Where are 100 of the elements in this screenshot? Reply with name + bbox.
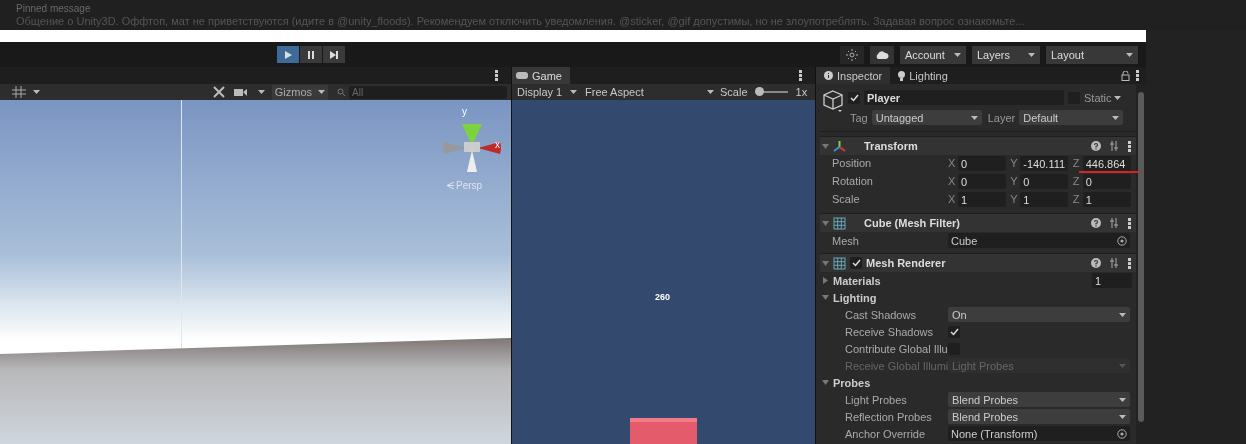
property-label: Receive Shadows (845, 325, 935, 338)
property-label: Scale (832, 192, 861, 207)
mesh-grid-icon (833, 216, 846, 230)
sliders-icon[interactable] (1109, 258, 1119, 268)
property-label: Contribute Global Illu (845, 342, 948, 355)
object-field[interactable]: Cube (948, 233, 1130, 248)
panel-tab[interactable]: Inspector (816, 67, 891, 84)
axis-label: x (495, 139, 500, 150)
static-dropdown[interactable]: Static (1084, 91, 1121, 104)
aspect-dropdown[interactable]: Free Aspect (583, 84, 716, 100)
axis-label[interactable]: Y (1010, 174, 1019, 189)
section-label[interactable]: Materials (833, 274, 881, 287)
property-checkbox[interactable] (948, 325, 960, 338)
number-field[interactable]: 446.864 (1082, 156, 1131, 171)
toolbar-dropdown[interactable]: Layers (972, 45, 1040, 64)
axis-label[interactable]: X (948, 192, 956, 207)
foldout-arrow-icon[interactable] (823, 277, 828, 284)
number-field[interactable]: 0 (958, 174, 1006, 189)
grid-icon[interactable] (12, 86, 26, 98)
number-field[interactable]: 0 (958, 156, 1006, 171)
caret-icon[interactable] (257, 90, 265, 94)
lock-icon[interactable] (1121, 70, 1130, 81)
help-icon[interactable] (1091, 258, 1101, 268)
component-title: Mesh Renderer (866, 257, 946, 269)
component-title: Cube (Mesh Filter) (864, 217, 960, 229)
number-field[interactable]: 1 (1082, 192, 1131, 207)
more-icon[interactable] (1136, 70, 1139, 81)
number-field[interactable]: 0 (1020, 174, 1069, 189)
number-field[interactable]: 1 (958, 192, 1006, 207)
axis-label[interactable]: Z (1072, 156, 1081, 171)
foldout-arrow-icon[interactable] (822, 260, 829, 266)
sliders-icon[interactable] (1109, 218, 1119, 228)
more-icon[interactable] (495, 70, 498, 81)
cube-icon[interactable] (822, 89, 844, 113)
search-field[interactable]: All (349, 85, 507, 99)
game-tab[interactable]: Game (512, 67, 570, 84)
property-dropdown[interactable]: On (948, 307, 1130, 322)
number-field[interactable]: -140.111 (1020, 156, 1069, 171)
more-icon[interactable] (1128, 257, 1131, 269)
help-icon[interactable] (1091, 218, 1101, 228)
component-header[interactable]: Transform (820, 136, 1136, 155)
cloud-icon (875, 49, 889, 60)
tag-dropdown[interactable]: Untagged (871, 110, 982, 125)
foldout-arrow-icon[interactable] (822, 220, 829, 226)
more-icon[interactable] (1128, 140, 1131, 152)
more-icon[interactable] (799, 70, 802, 81)
tools-icon[interactable] (212, 86, 225, 98)
panel-tab[interactable]: Lighting (890, 67, 956, 84)
help-icon[interactable] (1091, 141, 1101, 151)
caret-icon[interactable] (33, 90, 40, 94)
play-button[interactable] (277, 46, 299, 63)
component-header[interactable]: Cube (Mesh Filter) (820, 213, 1136, 232)
foldout-arrow-icon[interactable] (822, 380, 829, 385)
annotation-underline (1079, 171, 1139, 173)
layer-dropdown[interactable]: Default (1019, 110, 1124, 125)
toolbar-dropdown[interactable]: Account (900, 45, 966, 64)
pause-button[interactable] (300, 46, 322, 63)
play-icon (283, 49, 293, 60)
property-dropdown[interactable]: Blend Probes (948, 392, 1130, 407)
axis-label[interactable]: Z (1072, 192, 1081, 207)
section-label[interactable]: Probes (833, 376, 871, 389)
sliders-icon[interactable] (1109, 141, 1119, 151)
caret-icon (1112, 115, 1120, 120)
foldout-arrow-icon[interactable] (822, 295, 829, 300)
info-icon (824, 71, 833, 80)
axis-label[interactable]: X (948, 156, 956, 171)
cloud-button[interactable] (870, 45, 894, 64)
active-checkbox[interactable] (848, 91, 860, 104)
property-dropdown[interactable]: Blend Probes (948, 409, 1130, 424)
axis-label[interactable]: Z (1072, 174, 1081, 189)
section-label[interactable]: Lighting (833, 291, 877, 304)
sun-button[interactable] (840, 45, 864, 64)
property-label: Anchor Override (845, 427, 927, 440)
more-icon[interactable] (1128, 217, 1131, 229)
scale-label: Scale (720, 86, 748, 98)
enabled-checkbox[interactable] (850, 257, 862, 269)
number-field[interactable]: 0 (1082, 174, 1131, 189)
caret-icon (1119, 363, 1126, 368)
number-field[interactable]: 1 (1020, 192, 1069, 207)
scrollbar-thumb[interactable] (1138, 92, 1144, 422)
gizmos-dropdown[interactable]: Gizmos (271, 84, 328, 100)
tag-label: Tag (850, 111, 868, 124)
display-dropdown[interactable]: Display 1 (515, 84, 579, 100)
toolbar-dropdown[interactable]: Layout (1046, 45, 1138, 64)
component-title: Transform (864, 140, 918, 152)
axis-label[interactable]: Y (1010, 192, 1019, 207)
target-icon[interactable] (1117, 428, 1127, 439)
camera-icon[interactable] (233, 87, 248, 97)
component-header[interactable]: Mesh Renderer (820, 253, 1136, 272)
foldout-arrow-icon[interactable] (822, 143, 829, 149)
step-button[interactable] (323, 46, 345, 63)
target-icon[interactable] (1117, 235, 1127, 246)
step-icon (329, 49, 339, 60)
name-field[interactable]: Player (864, 90, 1064, 105)
scale-value: 1x (795, 86, 808, 98)
axis-label[interactable]: Y (1010, 156, 1019, 171)
property-label: Reflection Probes (845, 410, 933, 423)
count-field[interactable]: 1 (1092, 273, 1132, 288)
axis-label[interactable]: X (948, 174, 956, 189)
object-field[interactable]: None (Transform) (948, 426, 1130, 441)
